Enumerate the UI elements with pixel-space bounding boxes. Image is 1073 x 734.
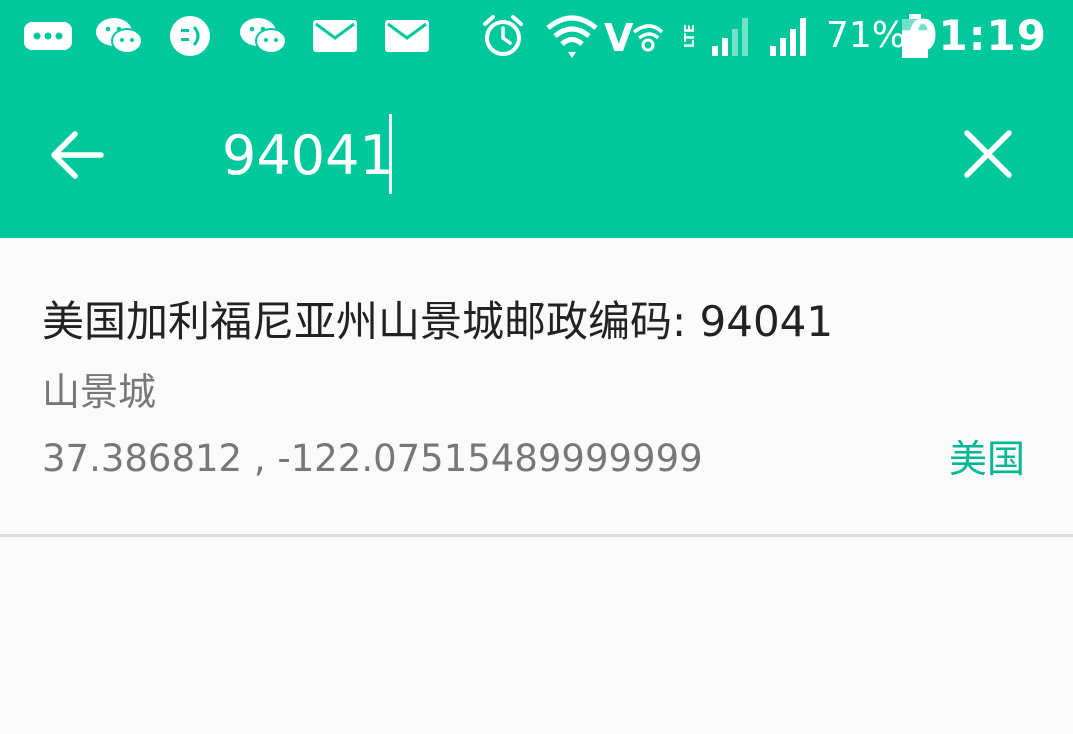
signal-strong-icon [768,14,814,58]
search-input[interactable] [222,120,782,190]
svg-text:LTE: LTE [683,24,694,48]
signal-weak-icon [710,14,756,58]
wechat-icon [238,14,288,58]
back-button[interactable] [40,118,114,192]
clear-search-button[interactable] [950,116,1026,192]
battery-percent: 71% [826,15,907,56]
alarm-icon [480,14,526,58]
arrow-left-icon [51,131,104,179]
status-time: 01:19 [908,11,1047,60]
more-notifications-icon [22,14,74,58]
result-item[interactable]: 美国加利福尼亚州山景城邮政编码: 94041 山景城 37.386812 , -… [0,238,1073,537]
text-cursor [389,114,392,194]
status-bar: V LTE 71% 01:19 [0,0,1073,72]
svg-text:V: V [604,16,634,58]
result-coordinates: 37.386812 , -122.07515489999999 [42,437,703,480]
volte-icon: V LTE [604,14,694,58]
mail-icon [312,14,358,58]
result-country: 美国 [948,437,1025,481]
close-icon [964,130,1012,178]
result-title: 美国加利福尼亚州山景城邮政编码: 94041 [42,297,834,346]
app-bar: V LTE 71% 01:19 [0,0,1073,238]
mail-icon [384,14,430,58]
result-city: 山景城 [42,370,157,414]
wifi-icon [544,14,600,58]
wechat-icon [94,14,144,58]
message-app-icon [168,14,212,58]
